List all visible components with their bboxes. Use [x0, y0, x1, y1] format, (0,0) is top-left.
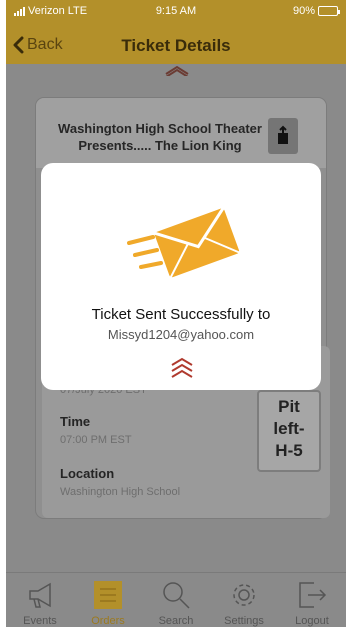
battery-icon	[318, 6, 340, 16]
tab-label: Logout	[295, 615, 329, 627]
search-icon	[163, 582, 190, 609]
location-label: Location	[60, 466, 115, 481]
tab-logout[interactable]: Logout	[278, 573, 346, 627]
chevron-up-icon[interactable]	[169, 356, 195, 380]
location-value: Washington High School	[60, 486, 181, 498]
tab-bar: Events Orders Search Settings Logout	[6, 572, 346, 627]
seat-line: Pit	[278, 397, 300, 416]
tab-label: Events	[23, 615, 57, 627]
tab-label: Search	[158, 615, 194, 627]
battery-indicator: 90%	[292, 5, 340, 17]
time-value: 07:00 PM EST	[60, 434, 132, 446]
collapse-chevron-icon[interactable]	[164, 64, 190, 76]
recipient-email: Missyd1204@yahoo.com	[107, 327, 255, 342]
status-bar: Verizon LTE 9:15 AM 90%	[6, 0, 346, 28]
list-icon	[94, 581, 122, 609]
page-title: Ticket Details	[121, 36, 231, 55]
navigation-bar: Back Ticket Details	[6, 28, 346, 64]
tab-events[interactable]: Events	[6, 573, 74, 627]
tab-search[interactable]: Search	[142, 573, 210, 627]
success-message: Ticket Sent Successfully to	[91, 306, 271, 323]
battery-percent: 90%	[292, 5, 315, 17]
seat-info: Pit left- H-5	[257, 390, 321, 472]
share-icon	[278, 125, 288, 144]
tab-settings[interactable]: Settings	[210, 573, 278, 627]
tab-label: Orders	[91, 615, 125, 627]
app-screen: Verizon LTE 9:15 AM 90% Back Ticket Deta…	[6, 0, 346, 627]
event-title: Washington High School Theater Presents.…	[58, 121, 262, 153]
tab-orders[interactable]: Orders	[74, 573, 142, 627]
megaphone-icon	[29, 582, 51, 608]
tab-label: Settings	[224, 615, 264, 627]
time-label: Time	[60, 414, 91, 429]
share-button[interactable]	[268, 118, 298, 154]
envelope-icon	[127, 206, 241, 279]
seat-line: left-	[273, 419, 305, 438]
gear-icon	[233, 584, 255, 606]
logout-icon	[299, 582, 327, 608]
success-dialog[interactable]: Ticket Sent Successfully to Missyd1204@y…	[41, 163, 321, 390]
seat-line: H-5	[275, 441, 303, 460]
